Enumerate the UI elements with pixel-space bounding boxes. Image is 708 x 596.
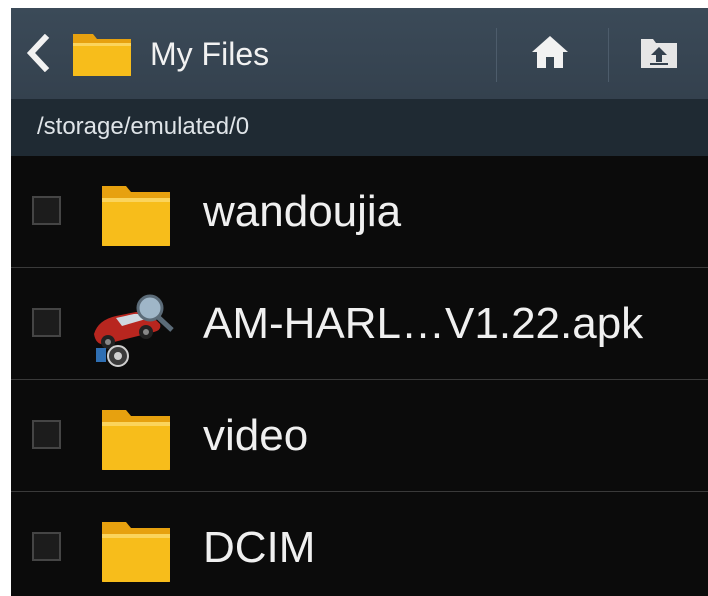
folder-icon xyxy=(88,402,178,472)
apk-car-icon xyxy=(88,290,178,367)
list-item[interactable]: video xyxy=(11,380,708,492)
folder-icon xyxy=(88,178,178,248)
file-list: wandoujia AM-HARL…V1.22.apk video DCIM xyxy=(11,156,708,596)
folder-icon xyxy=(88,514,178,584)
list-item[interactable]: DCIM xyxy=(11,492,708,596)
item-checkbox[interactable] xyxy=(32,420,61,449)
path-breadcrumb[interactable]: /storage/emulated/0 xyxy=(37,113,249,141)
page-title: My Files xyxy=(150,36,270,72)
my-files-screen: My Files /storage/emulated/0 wandoujia A… xyxy=(11,8,708,596)
item-label: video xyxy=(203,411,309,460)
back-chevron-icon[interactable] xyxy=(25,33,53,73)
list-item[interactable]: AM-HARL…V1.22.apk xyxy=(11,268,708,380)
action-bar: My Files xyxy=(11,8,708,99)
item-label: wandoujia xyxy=(203,187,402,236)
item-checkbox[interactable] xyxy=(32,308,61,337)
up-folder-button[interactable] xyxy=(609,8,708,99)
folder-up-icon xyxy=(641,39,677,68)
home-button[interactable] xyxy=(496,8,607,99)
item-checkbox[interactable] xyxy=(32,532,61,561)
item-label: DCIM xyxy=(203,523,316,572)
item-checkbox[interactable] xyxy=(32,196,61,225)
home-icon xyxy=(532,36,568,68)
list-item[interactable]: wandoujia xyxy=(11,156,708,268)
item-label: AM-HARL…V1.22.apk xyxy=(203,299,644,348)
path-bar: /storage/emulated/0 xyxy=(11,99,708,156)
folder-icon[interactable] xyxy=(71,28,133,78)
